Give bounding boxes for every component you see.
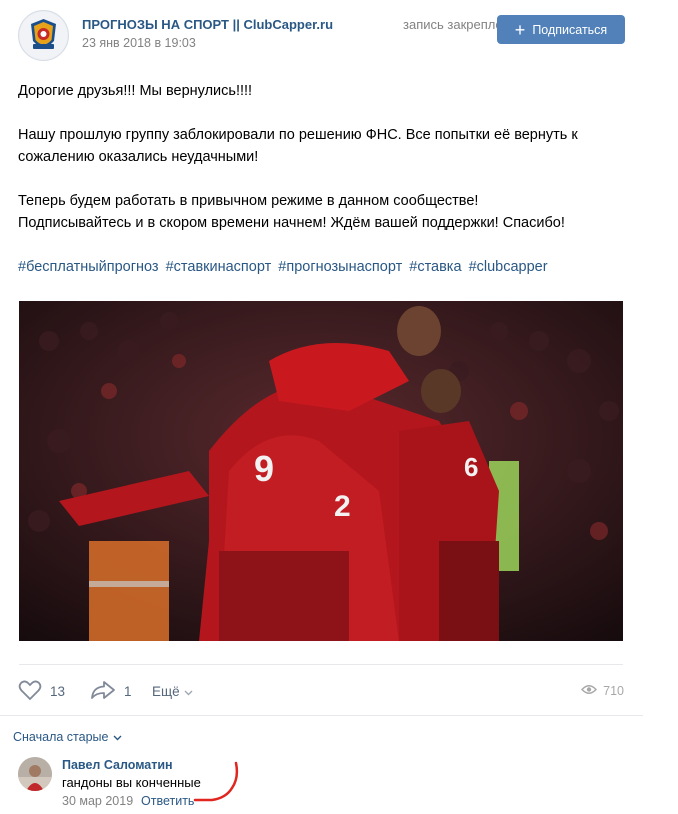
divider <box>19 664 623 665</box>
hashtags: #бесплатныйпрогноз #ставкинаспорт #прогн… <box>18 256 628 278</box>
share-icon <box>90 679 116 704</box>
more-label: Ещё <box>152 683 180 699</box>
hashtag-link[interactable]: #бесплатныйпрогноз <box>18 259 159 275</box>
like-button[interactable]: 13 <box>18 676 65 706</box>
more-button[interactable]: Ещё <box>152 676 193 706</box>
post-actions: 13 1 Ещё 710 <box>18 676 628 706</box>
hashtag-link[interactable]: #clubcapper <box>469 259 548 275</box>
views-count: 710 <box>603 684 624 698</box>
sort-label: Сначала старые <box>13 730 109 744</box>
group-avatar[interactable] <box>18 10 69 61</box>
eye-icon <box>581 684 598 698</box>
post-text: Дорогие друзья!!! Мы вернулись!!!! Нашу … <box>18 80 628 278</box>
post-header: ПРОГНОЗЫ НА СПОРТ || ClubCapper.ru запис… <box>0 0 678 70</box>
group-name-link[interactable]: ПРОГНОЗЫ НА СПОРТ || ClubCapper.ru <box>82 17 333 32</box>
svg-text:2: 2 <box>334 490 351 523</box>
plus-icon: + <box>514 19 526 40</box>
subscribe-button[interactable]: + Подписаться <box>497 15 625 44</box>
svg-text:9: 9 <box>254 448 274 489</box>
post-paragraph: Дорогие друзья!!! Мы вернулись!!!! <box>18 83 253 99</box>
divider <box>0 715 643 716</box>
red-annotation-mark <box>193 761 239 802</box>
comment-author-link[interactable]: Павел Саломатин <box>62 758 173 772</box>
svg-text:6: 6 <box>464 452 478 482</box>
share-button[interactable]: 1 <box>90 676 132 706</box>
post-date[interactable]: 23 янв 2018 в 19:03 <box>82 36 196 50</box>
hashtag-link[interactable]: #ставкинаспорт <box>166 259 272 275</box>
heart-icon <box>18 679 42 704</box>
chevron-down-icon <box>113 730 122 744</box>
commenter-avatar[interactable] <box>18 757 52 791</box>
post-paragraph: Нашу прошлую группу заблокировали по реш… <box>18 127 578 165</box>
comments-sort-dropdown[interactable]: Сначала старые <box>13 730 122 744</box>
hashtag-link[interactable]: #прогнозынаспорт <box>278 259 402 275</box>
post-paragraph: Теперь будем работать в привычном режиме… <box>18 193 565 231</box>
hashtag-link[interactable]: #ставка <box>409 259 461 275</box>
views-counter: 710 <box>581 676 624 706</box>
shares-count: 1 <box>124 683 132 699</box>
comment-date[interactable]: 30 мар 2019 <box>62 794 133 808</box>
subscribe-label: Подписаться <box>532 22 608 37</box>
post-photo[interactable]: 9 2 6 <box>19 301 623 641</box>
reply-link[interactable]: Ответить <box>141 794 194 808</box>
comment-text: гандоны вы конченные <box>62 775 201 790</box>
likes-count: 13 <box>50 683 66 699</box>
chevron-down-icon <box>184 684 193 699</box>
